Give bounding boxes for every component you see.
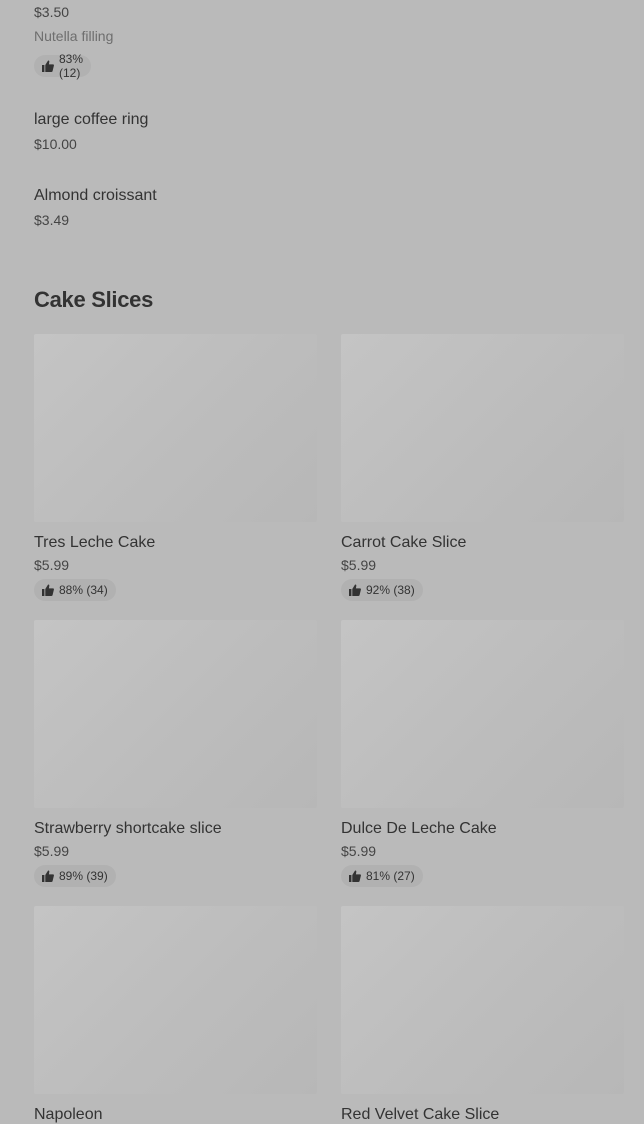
rating-badge: 88% (34) bbox=[34, 579, 116, 601]
product-price: $5.99 bbox=[34, 557, 70, 573]
item-price: $3.49 bbox=[34, 212, 70, 228]
item-price: $3.50 bbox=[34, 4, 70, 20]
product-image bbox=[341, 906, 624, 1094]
thumbs-up-icon bbox=[42, 870, 54, 882]
thumbs-up-icon bbox=[349, 870, 361, 882]
product-image bbox=[34, 906, 317, 1094]
product-name: Napoleon bbox=[34, 1106, 103, 1123]
thumbs-up-icon bbox=[42, 60, 54, 72]
rating-text: 81% (27) bbox=[366, 869, 415, 883]
product-card[interactable]: Carrot Cake Slice $5.99 92% (38) bbox=[341, 334, 624, 601]
item-name: Almond croissant bbox=[34, 187, 157, 204]
product-card[interactable]: Napoleon bbox=[34, 906, 317, 1124]
product-image bbox=[341, 334, 624, 522]
thumbs-up-icon bbox=[349, 584, 361, 596]
item-price: $10.00 bbox=[34, 136, 77, 152]
menu-item-coffee-ring[interactable]: large coffee ring $10.00 bbox=[34, 111, 148, 152]
product-card[interactable]: Tres Leche Cake $5.99 88% (34) bbox=[34, 334, 317, 601]
product-image bbox=[34, 334, 317, 522]
rating-text: 92% (38) bbox=[366, 583, 415, 597]
item-description: Nutella filling bbox=[34, 28, 114, 44]
thumbs-up-icon bbox=[42, 584, 54, 596]
product-card[interactable]: Strawberry shortcake slice $5.99 89% (39… bbox=[34, 620, 317, 887]
product-name: Dulce De Leche Cake bbox=[341, 820, 497, 837]
product-image bbox=[341, 620, 624, 808]
product-card[interactable]: Dulce De Leche Cake $5.99 81% (27) bbox=[341, 620, 624, 887]
rating-badge: 81% (27) bbox=[341, 865, 423, 887]
rating-badge: 92% (38) bbox=[341, 579, 423, 601]
rating-text: 83% (12) bbox=[59, 52, 84, 80]
rating-text: 88% (34) bbox=[59, 583, 108, 597]
item-name: large coffee ring bbox=[34, 111, 149, 128]
rating-badge: 89% (39) bbox=[34, 865, 116, 887]
product-card[interactable]: Red Velvet Cake Slice bbox=[341, 906, 624, 1124]
product-name: Strawberry shortcake slice bbox=[34, 820, 222, 837]
section-title: Cake Slices bbox=[34, 287, 154, 312]
product-image bbox=[34, 620, 317, 808]
menu-item-almond-croissant[interactable]: Almond croissant $3.49 bbox=[34, 187, 157, 228]
product-name: Tres Leche Cake bbox=[34, 534, 156, 551]
rating-badge: 83% (12) bbox=[34, 52, 92, 80]
product-price: $5.99 bbox=[34, 843, 70, 859]
product-price: $5.99 bbox=[341, 843, 377, 859]
product-price: $5.99 bbox=[341, 557, 377, 573]
rating-text: 89% (39) bbox=[59, 869, 108, 883]
product-name: Red Velvet Cake Slice bbox=[341, 1106, 500, 1123]
product-name: Carrot Cake Slice bbox=[341, 534, 467, 551]
